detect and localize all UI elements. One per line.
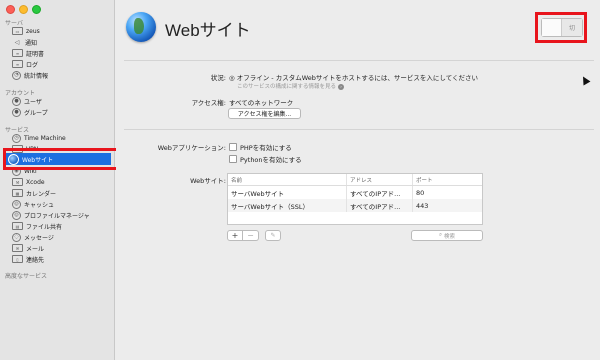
sidebar-item-label: ログ xyxy=(26,61,39,69)
arrow-right-icon[interactable]: › xyxy=(338,83,345,90)
checkbox-box[interactable] xyxy=(229,155,237,163)
sidebar-item-label: Xcode xyxy=(26,178,45,186)
sidebar-item-label: グループ xyxy=(24,109,48,117)
search-field[interactable]: ⌕ 検索 xyxy=(411,230,483,241)
cell-address: すべてのIPアド... xyxy=(347,186,413,199)
sidebar-item-label: プロファイルマネージャ xyxy=(24,212,90,220)
highlight-frame-switch xyxy=(535,12,587,43)
cache-icon: ◎ xyxy=(12,199,21,209)
column-header-name[interactable]: 名前 xyxy=(228,174,347,185)
checkbox-box[interactable] xyxy=(229,143,237,151)
websites-label: Webサイト: xyxy=(190,177,226,185)
search-placeholder: 検索 xyxy=(444,233,456,240)
calendar-icon: ▦ xyxy=(12,189,23,197)
sidebar-item-groups[interactable]: ● グループ xyxy=(12,107,112,117)
sidebar-item-label: 通知 xyxy=(25,39,38,47)
sidebar-item-mail[interactable]: ✉ メール xyxy=(12,243,112,253)
sidebar-item-time-machine[interactable]: ◷ Time Machine xyxy=(12,133,112,143)
stats-icon: ◔ xyxy=(12,70,21,80)
sidebar-item-label: ファイル共有 xyxy=(26,223,63,231)
sidebar-item-label: 証明書 xyxy=(26,50,45,58)
user-icon: ● xyxy=(12,96,21,106)
highlight-frame-sidebar xyxy=(3,148,122,170)
sidebar-item-users[interactable]: ● ユーザ xyxy=(12,96,112,106)
group-icon: ● xyxy=(12,107,21,117)
log-icon: ≡ xyxy=(12,60,23,68)
main-panel: Webサイト 切 状況: ◎ オフライン - カスタムWebサイトをホストするに… xyxy=(116,0,600,360)
sidebar-item-label: メッセージ xyxy=(24,234,54,242)
websites-table: 名前 アドレス ポート サーバWebサイト すべてのIPアド... 80 サーバ… xyxy=(227,173,483,225)
status-info-link[interactable]: このサービスの構成に関する情報を見る › xyxy=(237,82,345,90)
minimize-window-button[interactable] xyxy=(19,5,28,14)
table-header: 名前 アドレス ポート xyxy=(228,174,482,186)
enable-php-checkbox[interactable]: PHPを有効にする xyxy=(229,142,292,152)
cell-name: サーバWebサイト xyxy=(228,186,347,199)
sidebar-item-calendar[interactable]: ▦ カレンダー xyxy=(12,188,112,198)
sidebar-item-label: Time Machine xyxy=(24,134,66,142)
sidebar-item-label: 統計情報 xyxy=(24,72,49,80)
sidebar-item-logs[interactable]: ≡ ログ xyxy=(12,59,112,69)
cell-port: 443 xyxy=(416,201,429,210)
add-website-button[interactable]: + xyxy=(227,230,243,241)
table-row[interactable]: サーバWebサイト（SSL） すべてのIPアド... 443 xyxy=(228,199,482,212)
checkbox-label[interactable]: PHPを有効にする xyxy=(240,142,292,152)
sidebar-item-profile-manager[interactable]: ◎ プロファイルマネージャ xyxy=(12,210,112,220)
time-machine-icon: ◷ xyxy=(12,133,21,143)
sidebar-item-contacts[interactable]: ▯ 連絡先 xyxy=(12,254,112,264)
divider xyxy=(124,60,594,61)
divider xyxy=(124,129,594,130)
search-icon: ⌕ xyxy=(438,232,443,238)
window-controls xyxy=(6,5,41,14)
sidebar-item-label: 連絡先 xyxy=(26,256,45,264)
server-icon: ▭ xyxy=(12,27,23,35)
certificate-icon: ≡ xyxy=(12,49,23,57)
sidebar-item-label: ユーザ xyxy=(24,98,42,106)
sidebar-section-advanced[interactable]: 高度なサービス xyxy=(5,271,47,280)
cell-address: すべてのIPアド... xyxy=(347,199,413,212)
status-info-link-text[interactable]: このサービスの構成に関する情報を見る xyxy=(237,84,336,90)
close-window-button[interactable] xyxy=(6,5,15,14)
zoom-window-button[interactable] xyxy=(32,5,41,14)
globe-icon xyxy=(126,12,156,42)
table-row[interactable]: サーバWebサイト すべてのIPアド... 80 xyxy=(228,186,482,199)
remove-website-button[interactable]: − xyxy=(243,230,259,241)
file-sharing-icon: ▤ xyxy=(12,222,23,230)
sidebar-item-xcode[interactable]: ⚒ Xcode xyxy=(12,177,112,187)
sidebar: サーバ ▭ zeus ◁ 通知 ≡ 証明書 ≡ ログ ◔ 統計情報 アカウント … xyxy=(0,0,122,360)
sidebar-item-label: キャッシュ xyxy=(24,201,55,209)
sidebar-item-messages[interactable]: ◌ メッセージ xyxy=(12,232,112,242)
sidebar-item-stats[interactable]: ◔ 統計情報 xyxy=(12,70,112,80)
sidebar-item-zeus[interactable]: ▭ zeus xyxy=(12,26,112,36)
page-title: Webサイト xyxy=(165,21,251,40)
access-value: すべてのネットワーク xyxy=(229,99,294,107)
access-label: アクセス権: xyxy=(191,99,226,107)
sidebar-item-label: カレンダー xyxy=(26,190,57,198)
sidebar-item-notifications[interactable]: ◁ 通知 xyxy=(12,37,112,47)
sidebar-item-cache[interactable]: ◎ キャッシュ xyxy=(12,199,112,209)
web-apps-label: Webアプリケーション: xyxy=(157,144,226,152)
messages-icon: ◌ xyxy=(12,232,21,242)
sidebar-item-certificates[interactable]: ≡ 証明書 xyxy=(12,48,112,58)
status-label: 状況: xyxy=(210,74,226,82)
cell-port: 80 xyxy=(416,188,425,197)
profile-manager-icon: ◎ xyxy=(12,210,21,220)
edit-website-button[interactable]: ✎ xyxy=(265,230,281,241)
sidebar-item-label: メール xyxy=(26,245,45,253)
sidebar-item-file-sharing[interactable]: ▤ ファイル共有 xyxy=(12,221,112,231)
edit-access-button[interactable]: アクセス権を編集... xyxy=(228,108,301,119)
megaphone-icon: ◁ xyxy=(14,38,20,46)
contacts-icon: ▯ xyxy=(12,255,23,263)
mail-icon: ✉ xyxy=(12,244,23,252)
sidebar-item-label: zeus xyxy=(26,27,40,35)
enable-python-checkbox[interactable]: Pythonを有効にする xyxy=(229,154,302,164)
cell-name: サーバWebサイト（SSL） xyxy=(228,199,347,212)
xcode-icon: ⚒ xyxy=(12,178,23,186)
status-value: ◎ オフライン - カスタムWebサイトをホストするには、サービスを入にしてくだ… xyxy=(229,74,478,82)
column-header-port[interactable]: ポート xyxy=(413,174,482,185)
checkbox-label[interactable]: Pythonを有効にする xyxy=(240,154,302,164)
column-header-address[interactable]: アドレス xyxy=(347,174,413,185)
